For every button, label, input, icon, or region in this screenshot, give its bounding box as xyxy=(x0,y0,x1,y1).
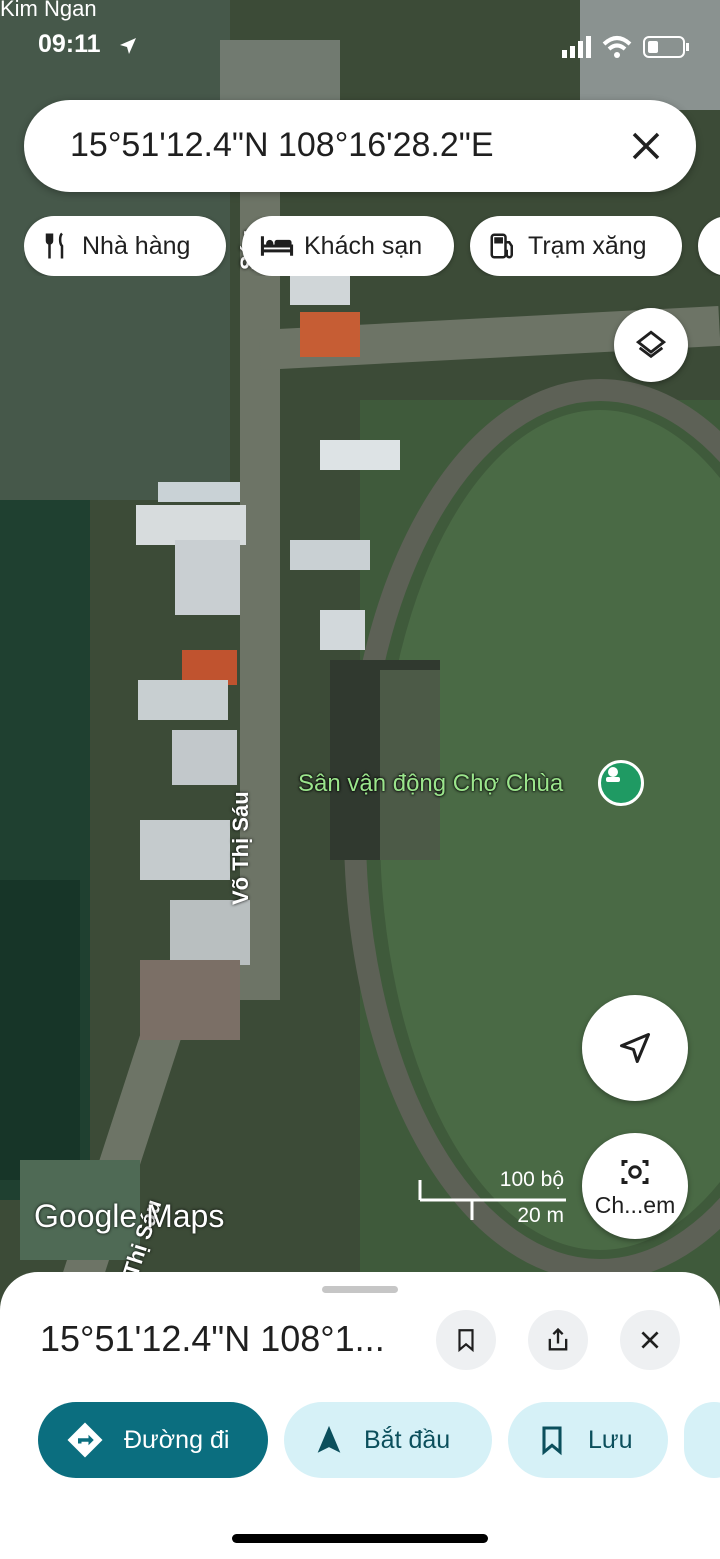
map-view[interactable]: Võ Thị Sáu Thị Sáu Sáu Sân vận động Chợ … xyxy=(0,0,720,1300)
place-sheet[interactable]: 15°51'12.4"N 108°1... Đường đi Bắt đầu L… xyxy=(0,1272,720,1559)
lens-button[interactable]: Ch...em xyxy=(582,1133,688,1239)
start-button[interactable]: Bắt đầu xyxy=(284,1402,492,1478)
scale-lines-icon xyxy=(418,1180,566,1220)
layers-icon xyxy=(635,330,667,359)
poi-label[interactable]: Sân vận động Chợ Chùa xyxy=(298,770,563,798)
camera-lens-icon xyxy=(621,1159,649,1184)
chip-gas-stations[interactable]: Trạm xăng xyxy=(470,216,682,276)
hotel-icon xyxy=(260,236,294,256)
wifi-icon xyxy=(602,36,632,58)
close-sheet-button[interactable] xyxy=(620,1310,680,1370)
lens-label: Ch...em xyxy=(594,1191,676,1218)
save-button[interactable]: Lưu xyxy=(508,1402,668,1478)
save-icon-button[interactable] xyxy=(436,1310,496,1370)
directions-button[interactable]: Đường đi xyxy=(38,1402,268,1478)
save-label: Lưu xyxy=(588,1425,633,1454)
satellite-imagery xyxy=(0,0,720,1300)
home-indicator[interactable] xyxy=(232,1534,488,1543)
street-label: Võ Thị Sáu xyxy=(228,791,253,905)
chip-hotels[interactable]: Khách sạn xyxy=(242,216,454,276)
search-query[interactable]: 15°51'12.4"N 108°16'28.2"E xyxy=(70,126,494,165)
scale-bar: 100 bộ 20 m xyxy=(418,1168,568,1227)
navigation-icon xyxy=(317,1425,341,1453)
start-label: Bắt đầu xyxy=(364,1425,451,1454)
share-icon xyxy=(548,1327,568,1351)
more-action-button[interactable] xyxy=(684,1402,720,1478)
share-button[interactable] xyxy=(528,1310,588,1370)
chip-restaurants[interactable]: Nhà hàng xyxy=(24,216,226,276)
chip-label: Khách sạn xyxy=(304,231,423,260)
close-icon xyxy=(641,1331,659,1349)
status-bar: Kim Ngan 09:11 xyxy=(0,0,720,90)
battery-icon xyxy=(643,36,689,58)
my-location-button[interactable] xyxy=(582,995,688,1101)
drag-handle[interactable] xyxy=(322,1286,398,1293)
action-row: Đường đi Bắt đầu Lưu xyxy=(38,1402,720,1478)
category-chips: Nhà hàng Khách sạn Trạm xăng xyxy=(24,216,720,276)
carrier-label: Kim Ngan xyxy=(0,0,97,21)
chip-label: Trạm xăng xyxy=(528,231,647,260)
clock: 09:11 xyxy=(38,30,101,58)
stadium-pin-icon[interactable] xyxy=(598,760,644,806)
gas-station-icon xyxy=(490,233,513,259)
navigation-arrow-icon xyxy=(620,1033,650,1063)
google-maps-logo: Google Maps xyxy=(34,1198,225,1234)
place-title: 15°51'12.4"N 108°1... xyxy=(40,1318,385,1359)
status-icons xyxy=(562,34,692,65)
directions-label: Đường đi xyxy=(124,1425,230,1454)
close-icon[interactable] xyxy=(626,126,666,166)
directions-icon xyxy=(67,1422,103,1458)
chip-more[interactable] xyxy=(698,216,720,276)
search-bar[interactable]: 15°51'12.4"N 108°16'28.2"E xyxy=(24,100,696,192)
bookmark-icon xyxy=(542,1426,562,1456)
location-arrow-icon xyxy=(120,38,136,54)
layers-button[interactable] xyxy=(614,308,688,382)
restaurant-icon xyxy=(45,232,64,259)
chip-label: Nhà hàng xyxy=(82,231,191,260)
bookmark-icon xyxy=(458,1329,474,1353)
signal-icon xyxy=(562,36,591,58)
